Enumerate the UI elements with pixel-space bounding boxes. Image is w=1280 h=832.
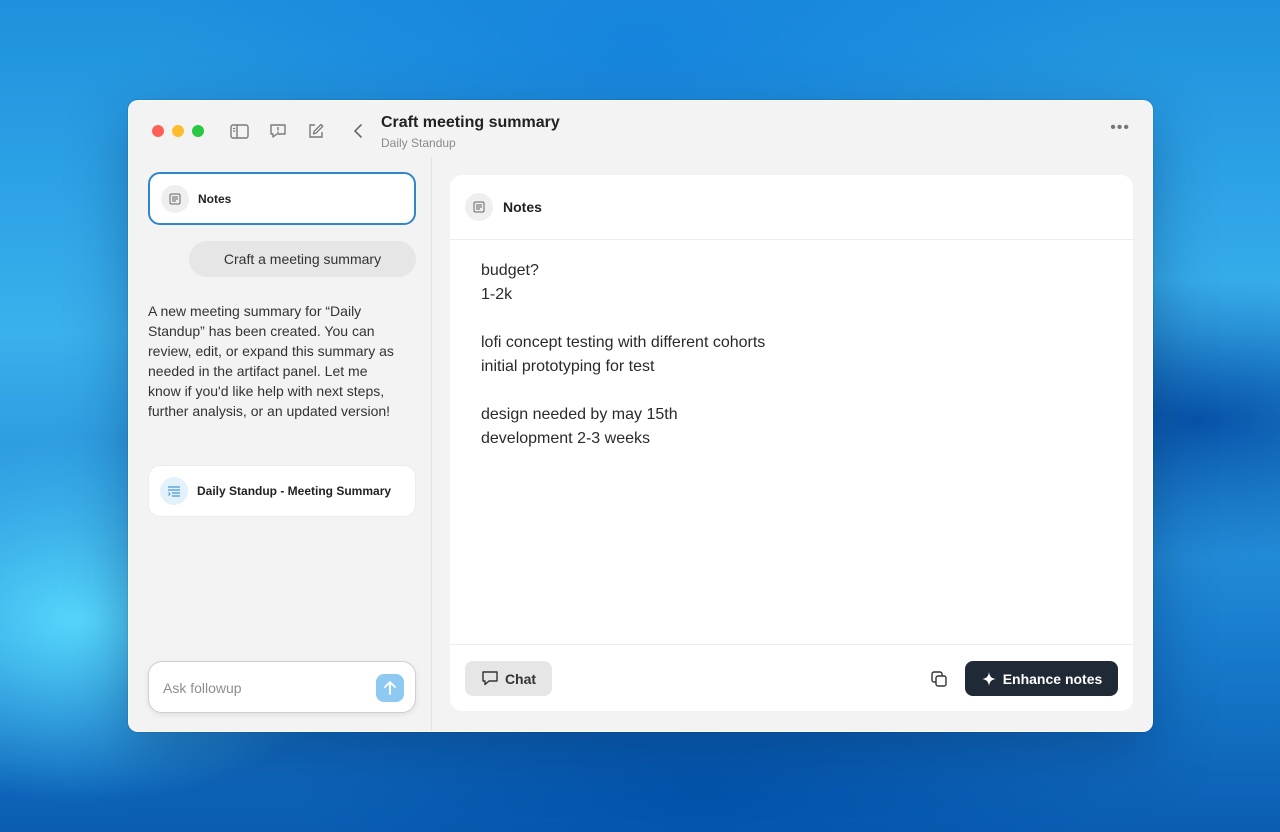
- notes-editor[interactable]: budget? 1-2k lofi concept testing with d…: [481, 259, 1081, 451]
- note-line: design needed by may 15th: [481, 406, 678, 423]
- notes-attachment-card[interactable]: Notes: [148, 172, 416, 225]
- note-line: budget?: [481, 262, 539, 279]
- artifact-card-label: Daily Standup - Meeting Summary: [197, 484, 392, 498]
- notes-card-label: Notes: [198, 191, 232, 206]
- panel-footer: Chat Enhance notes: [450, 644, 1133, 711]
- copy-icon[interactable]: [928, 668, 950, 690]
- zoom-window-button[interactable]: [192, 125, 204, 137]
- note-line: development 2-3 weeks: [481, 430, 650, 447]
- document-icon: [465, 193, 493, 221]
- back-icon[interactable]: [348, 121, 368, 141]
- arrow-up-icon: [384, 681, 396, 695]
- chat-button[interactable]: Chat: [465, 661, 552, 696]
- chat-sidebar: Notes Craft a meeting summary A new meet…: [129, 157, 432, 731]
- sparkle-icon: [981, 671, 996, 686]
- chat-bubble-icon: [482, 671, 498, 686]
- document-icon: [161, 184, 189, 213]
- note-line: [481, 307, 1081, 331]
- title-bar: Craft meeting summary Daily Standup •••: [129, 101, 1152, 157]
- user-message-bubble: Craft a meeting summary: [189, 241, 416, 277]
- note-line: lofi concept testing with different coho…: [481, 334, 766, 351]
- panel-title: Notes: [503, 199, 542, 215]
- note-line: [481, 379, 1081, 403]
- sidebar-toggle-icon[interactable]: [229, 121, 249, 141]
- more-options-button[interactable]: •••: [1110, 119, 1130, 137]
- note-line: initial prototyping for test: [481, 358, 655, 375]
- feedback-icon[interactable]: [268, 121, 288, 141]
- compose-icon[interactable]: [306, 121, 326, 141]
- window-title: Craft meeting summary: [381, 114, 560, 131]
- note-line: 1-2k: [481, 286, 513, 303]
- assistant-message: A new meeting summary for “Daily Standup…: [148, 303, 394, 419]
- panel-header: Notes: [450, 175, 1133, 240]
- artifact-card[interactable]: Daily Standup - Meeting Summary: [148, 465, 416, 517]
- app-window: Craft meeting summary Daily Standup ••• …: [128, 100, 1153, 732]
- enhance-notes-label: Enhance notes: [1002, 670, 1103, 687]
- send-button[interactable]: [376, 674, 404, 702]
- chat-button-label: Chat: [504, 670, 537, 687]
- minimize-window-button[interactable]: [172, 125, 184, 137]
- artifact-panel: Notes budget? 1-2k lofi concept testing …: [450, 175, 1133, 711]
- summary-list-icon: [160, 477, 188, 505]
- enhance-notes-button[interactable]: Enhance notes: [965, 661, 1118, 696]
- window-subtitle: Daily Standup: [381, 136, 456, 150]
- close-window-button[interactable]: [152, 125, 164, 137]
- followup-input[interactable]: [163, 677, 363, 699]
- followup-composer: [148, 661, 416, 713]
